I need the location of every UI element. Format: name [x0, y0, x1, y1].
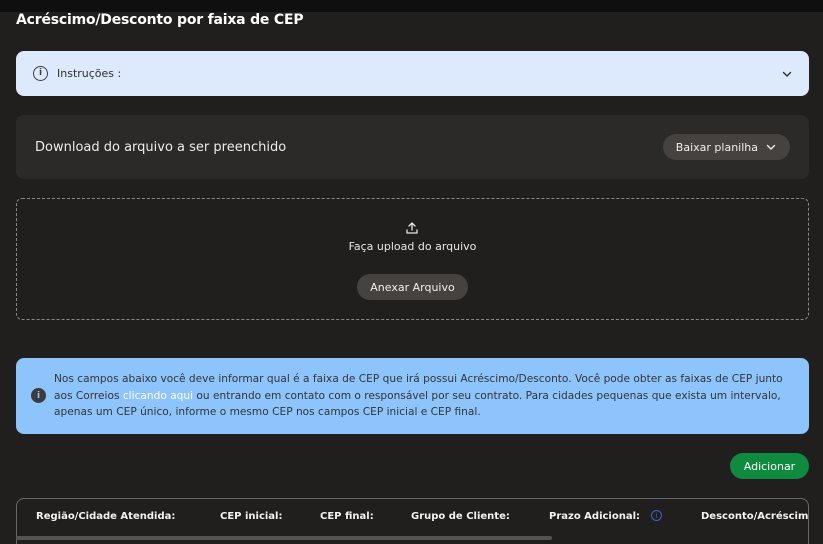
page-title: Acréscimo/Desconto por faixa de CEP [16, 12, 304, 28]
column-header-client-group: Grupo de Cliente: [411, 511, 510, 522]
correios-link[interactable]: clicando aqui [123, 390, 193, 402]
upload-text: Faça upload do arquivo [348, 240, 477, 253]
column-header-cep-end: CEP final: [320, 511, 374, 522]
chevron-down-icon[interactable] [782, 69, 792, 79]
add-button[interactable]: Adicionar [730, 453, 809, 479]
download-spreadsheet-button[interactable]: Baixar planilha [662, 134, 790, 160]
info-icon: i [31, 388, 46, 403]
instructions-accordion[interactable]: i Instruções : [16, 51, 809, 96]
top-bar [0, 0, 823, 12]
attach-file-button[interactable]: Anexar Arquivo [357, 274, 468, 300]
column-header-extra-time: Prazo Adicional: [549, 511, 641, 522]
upload-icon [406, 222, 418, 234]
instructions-label: Instruções : [57, 67, 122, 80]
chevron-down-icon [766, 144, 776, 150]
download-text: Download do arquivo a ser preenchido [35, 139, 287, 155]
download-panel: Download do arquivo a ser preenchido Bai… [16, 115, 809, 179]
info-notice: i Nos campos abaixo você deve informar q… [16, 358, 809, 434]
info-icon: i [33, 66, 48, 81]
info-icon[interactable]: i [651, 510, 662, 521]
upload-dropzone[interactable]: Faça upload do arquivo Anexar Arquivo [16, 198, 809, 320]
column-header-region: Região/Cidade Atendida: [36, 511, 176, 522]
column-header-cep-start: CEP inicial: [220, 511, 283, 522]
notice-text: Nos campos abaixo você deve informar qua… [54, 371, 793, 421]
download-button-label: Baixar planilha [675, 140, 758, 154]
horizontal-scrollbar[interactable] [16, 536, 552, 540]
column-header-discount: Desconto/Acréscimo [701, 511, 809, 522]
